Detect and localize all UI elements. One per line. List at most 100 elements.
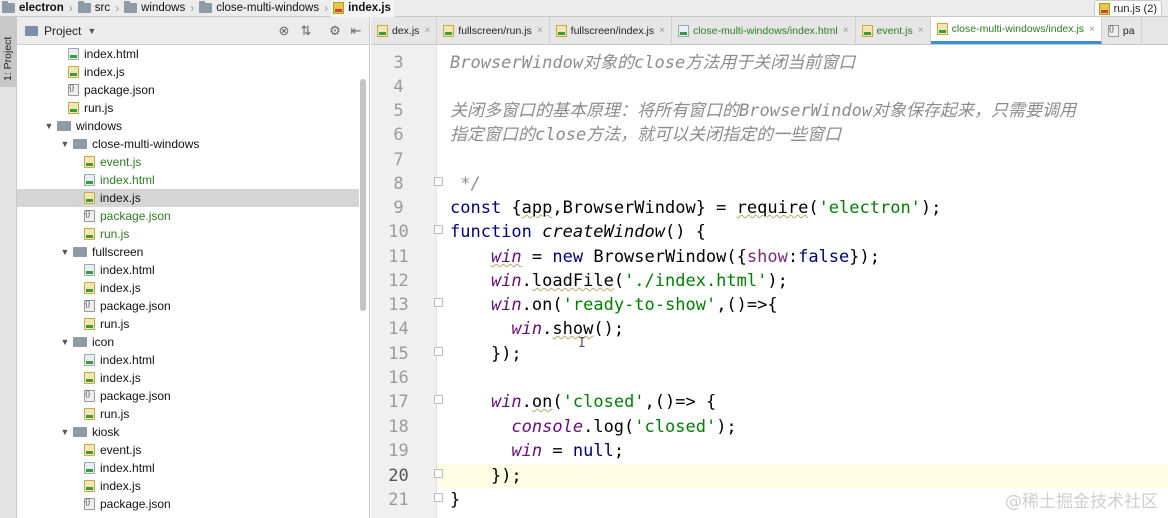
fold-marker-icon[interactable]	[434, 298, 443, 307]
variable-token: win	[511, 441, 543, 461]
dropdown-caret-icon[interactable]: ▼	[87, 26, 96, 36]
tree-file[interactable]: run.js	[17, 99, 359, 117]
code-line-13[interactable]: win.on('ready-to-show',()=>{	[450, 293, 778, 317]
editor-tab[interactable]: close-multi-windows/index.js ×	[930, 17, 1102, 44]
line-number: 4	[393, 77, 404, 97]
tree-file[interactable]: index.js	[17, 189, 359, 207]
fold-marker-icon[interactable]	[434, 177, 443, 186]
code-line-18[interactable]: console.log('closed');	[450, 415, 736, 439]
tree-file[interactable]: package.json	[17, 387, 359, 405]
editor-tab[interactable]: fullscreen/index.js ×	[550, 17, 672, 44]
breadcrumb-electron[interactable]: electron ›	[0, 0, 76, 17]
code-token: ,()=>{	[716, 295, 778, 315]
code-line-10[interactable]: function createWindow() {	[450, 220, 706, 244]
tree-folder[interactable]: ▼ icon	[17, 333, 359, 351]
tree-file[interactable]: index.js	[17, 477, 359, 495]
expand-arrow-icon[interactable]: ▼	[59, 427, 71, 437]
tree-file[interactable]: run.js	[17, 405, 359, 423]
editor-tab[interactable]: event.js ×	[856, 17, 931, 44]
tree-folder[interactable]: ▼ kiosk	[17, 423, 359, 441]
breadcrumb-index-js[interactable]: index.js	[331, 0, 394, 17]
code-line-6[interactable]: 指定窗口的close方法，就可以关闭指定的一些窗口	[450, 123, 841, 147]
breadcrumb-src[interactable]: src ›	[76, 0, 122, 17]
code-line-21[interactable]: }	[450, 488, 460, 512]
code-line-20[interactable]: });	[437, 464, 1168, 488]
close-tab-icon[interactable]: ×	[424, 25, 430, 36]
code-line-11[interactable]: win = new BrowserWindow({show:false});	[450, 245, 880, 269]
close-tab-icon[interactable]: ×	[537, 25, 543, 36]
code-line-15[interactable]: });	[450, 342, 522, 366]
gear-icon[interactable]: ⚙	[327, 23, 343, 39]
tree-item-label: index.html	[100, 263, 155, 277]
tree-file[interactable]: event.js	[17, 153, 359, 171]
hide-panel-icon[interactable]: ⇤	[348, 23, 364, 39]
tree-folder[interactable]: ▼ fullscreen	[17, 243, 359, 261]
code-line-14[interactable]: win.show();	[450, 317, 624, 341]
tree-file[interactable]: run.js	[17, 315, 359, 333]
tree-folder[interactable]: ▼ close-multi-windows	[17, 135, 359, 153]
editor-tab[interactable]: close-multi-windows/index.html ×	[672, 17, 856, 44]
locate-file-icon[interactable]: ⊗	[276, 23, 292, 39]
tree-scrollbar[interactable]	[360, 79, 366, 311]
expand-arrow-icon[interactable]: ▼	[43, 121, 55, 131]
line-number: 11	[388, 247, 409, 267]
comment-text: 关闭多窗口的基本原理：将所有窗口的BrowserWindow对象保存起来，只需要…	[450, 101, 1077, 121]
code-line-5[interactable]: 关闭多窗口的基本原理：将所有窗口的BrowserWindow对象保存起来，只需要…	[450, 99, 1076, 123]
tree-file[interactable]: package.json	[17, 207, 359, 225]
tree-file[interactable]: index.html	[17, 261, 359, 279]
editor-tab[interactable]: pa	[1102, 17, 1142, 44]
run-configuration-selector[interactable]: run.js (2)	[1093, 0, 1162, 17]
tree-file[interactable]: event.js	[17, 441, 359, 459]
tree-file[interactable]: package.json	[17, 495, 359, 513]
tree-folder[interactable]: ▼ windows	[17, 117, 359, 135]
tree-file[interactable]: index.js	[17, 369, 359, 387]
code-line-19[interactable]: win = null;	[450, 439, 624, 463]
fold-marker-icon[interactable]	[434, 225, 443, 234]
expand-arrow-icon[interactable]: ▼	[59, 337, 71, 347]
js-file-icon	[84, 372, 95, 384]
tree-file[interactable]: package.json	[17, 297, 359, 315]
expand-arrow-icon[interactable]: ▼	[59, 247, 71, 257]
code-editor[interactable]: 3 4 5 6 7 8 9 10 11 12 13 14 15 16 17 18 19 20 21 BrowserW…	[371, 45, 1168, 518]
tree-file[interactable]: index.html	[17, 45, 359, 63]
project-tool-tab[interactable]: 1: Project	[0, 17, 17, 87]
tree-file[interactable]: index.html	[17, 171, 359, 189]
line-number: 5	[393, 101, 404, 121]
code-token: (	[552, 295, 563, 315]
code-token: ,	[552, 198, 563, 218]
close-tab-icon[interactable]: ×	[918, 25, 924, 36]
close-tab-icon[interactable]: ×	[843, 25, 849, 36]
code-line-9[interactable]: const {app,BrowserWindow} = require('ele…	[450, 196, 941, 220]
code-line-12[interactable]: win.loadFile('./index.html');	[450, 269, 788, 293]
tree-file[interactable]: index.html	[17, 351, 359, 369]
fold-marker-icon[interactable]	[434, 395, 443, 404]
tree-item-label: index.html	[100, 353, 155, 367]
tree-file[interactable]: run.js	[17, 225, 359, 243]
tree-file[interactable]: index.js	[17, 279, 359, 297]
tree-file[interactable]: index.js	[17, 63, 359, 81]
code-token: =	[542, 441, 573, 461]
json-file-icon	[84, 497, 95, 510]
fold-marker-icon[interactable]	[434, 347, 443, 356]
close-tab-icon[interactable]: ×	[659, 25, 665, 36]
tree-item-label: event.js	[100, 155, 142, 169]
project-panel-title[interactable]: Project	[44, 24, 81, 38]
editor-tab[interactable]: dex.js ×	[371, 17, 438, 44]
collapse-all-icon[interactable]: ⇅	[298, 23, 314, 39]
tree-file[interactable]: package.json	[17, 81, 359, 99]
fold-marker-icon[interactable]	[434, 469, 443, 478]
code-line-3[interactable]: BrowserWindow对象的close方法用于关闭当前窗口	[450, 51, 855, 75]
code-line-8[interactable]: */	[450, 172, 480, 196]
js-file-icon	[377, 24, 388, 37]
tree-item-label: package.json	[100, 299, 171, 313]
fold-marker-icon[interactable]	[434, 493, 443, 502]
breadcrumb-windows[interactable]: windows ›	[122, 0, 197, 17]
breadcrumb-close-multi-windows[interactable]: close-multi-windows ›	[197, 0, 331, 17]
tree-file[interactable]: index.html	[17, 459, 359, 477]
editor-tab[interactable]: fullscreen/run.js ×	[437, 17, 550, 44]
expand-arrow-icon[interactable]: ▼	[59, 139, 71, 149]
code-line-17[interactable]: win.on('closed',()=> {	[450, 390, 716, 414]
keyword-token: new	[552, 247, 594, 267]
tree-item-label: close-multi-windows	[92, 137, 200, 151]
close-tab-icon[interactable]: ×	[1089, 24, 1095, 35]
